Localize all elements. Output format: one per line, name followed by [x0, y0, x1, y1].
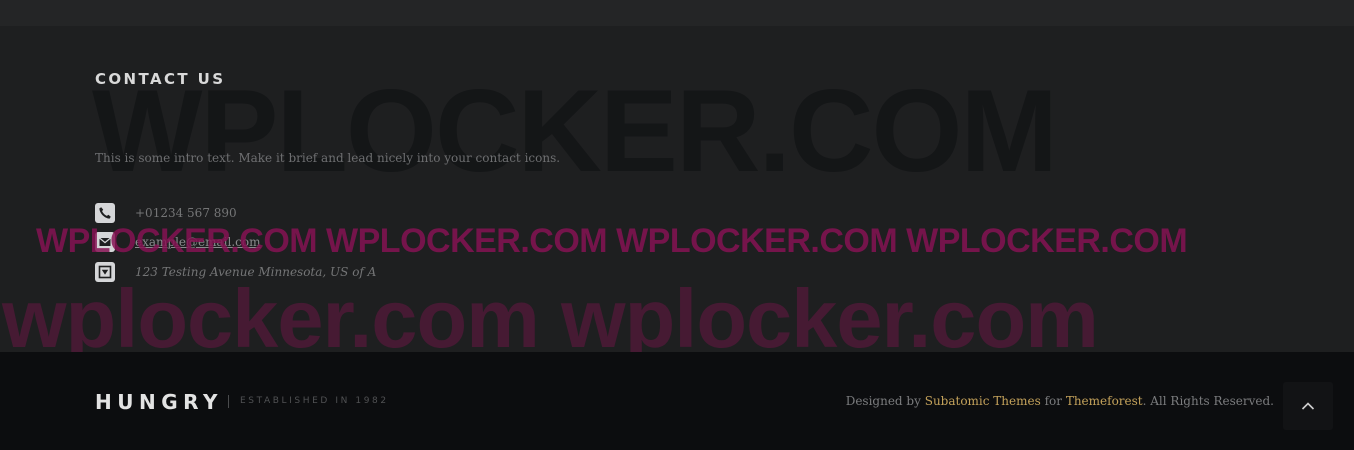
top-bar [0, 0, 1354, 26]
credits-middle: for [1040, 394, 1066, 408]
contact-address-row: 123 Testing Avenue Minnesota, US of A [95, 261, 376, 283]
credits-prefix: Designed by [845, 394, 925, 408]
author-link[interactable]: Subatomic Themes [925, 394, 1041, 408]
contact-phone-row: +01234 567 890 [95, 202, 237, 224]
contact-phone[interactable]: +01234 567 890 [135, 206, 237, 220]
footer-credits: Designed by Subatomic Themes for Themefo… [846, 394, 1274, 408]
map-marker-icon [95, 262, 115, 282]
footer-tagline: ESTABLISHED IN 1982 [240, 396, 389, 406]
contact-intro: This is some intro text. Make it brief a… [95, 151, 561, 165]
contact-email-row: example@email.com [95, 231, 260, 253]
themeforest-link[interactable]: Themeforest [1066, 394, 1143, 408]
envelope-icon [95, 232, 115, 252]
contact-heading: CONTACT US [95, 70, 226, 88]
phone-icon [95, 203, 115, 223]
contact-address: 123 Testing Avenue Minnesota, US of A [135, 265, 377, 279]
site-footer: HUNGRY ESTABLISHED IN 1982 Designed by S… [0, 352, 1354, 450]
brand-divider [228, 395, 229, 408]
footer-logo[interactable]: HUNGRY [95, 391, 223, 413]
chevron-up-icon [1301, 402, 1315, 410]
credits-suffix: . All Rights Reserved. [1142, 394, 1274, 408]
contact-email-link[interactable]: example@email.com [135, 235, 260, 249]
back-to-top-button[interactable] [1283, 382, 1333, 430]
